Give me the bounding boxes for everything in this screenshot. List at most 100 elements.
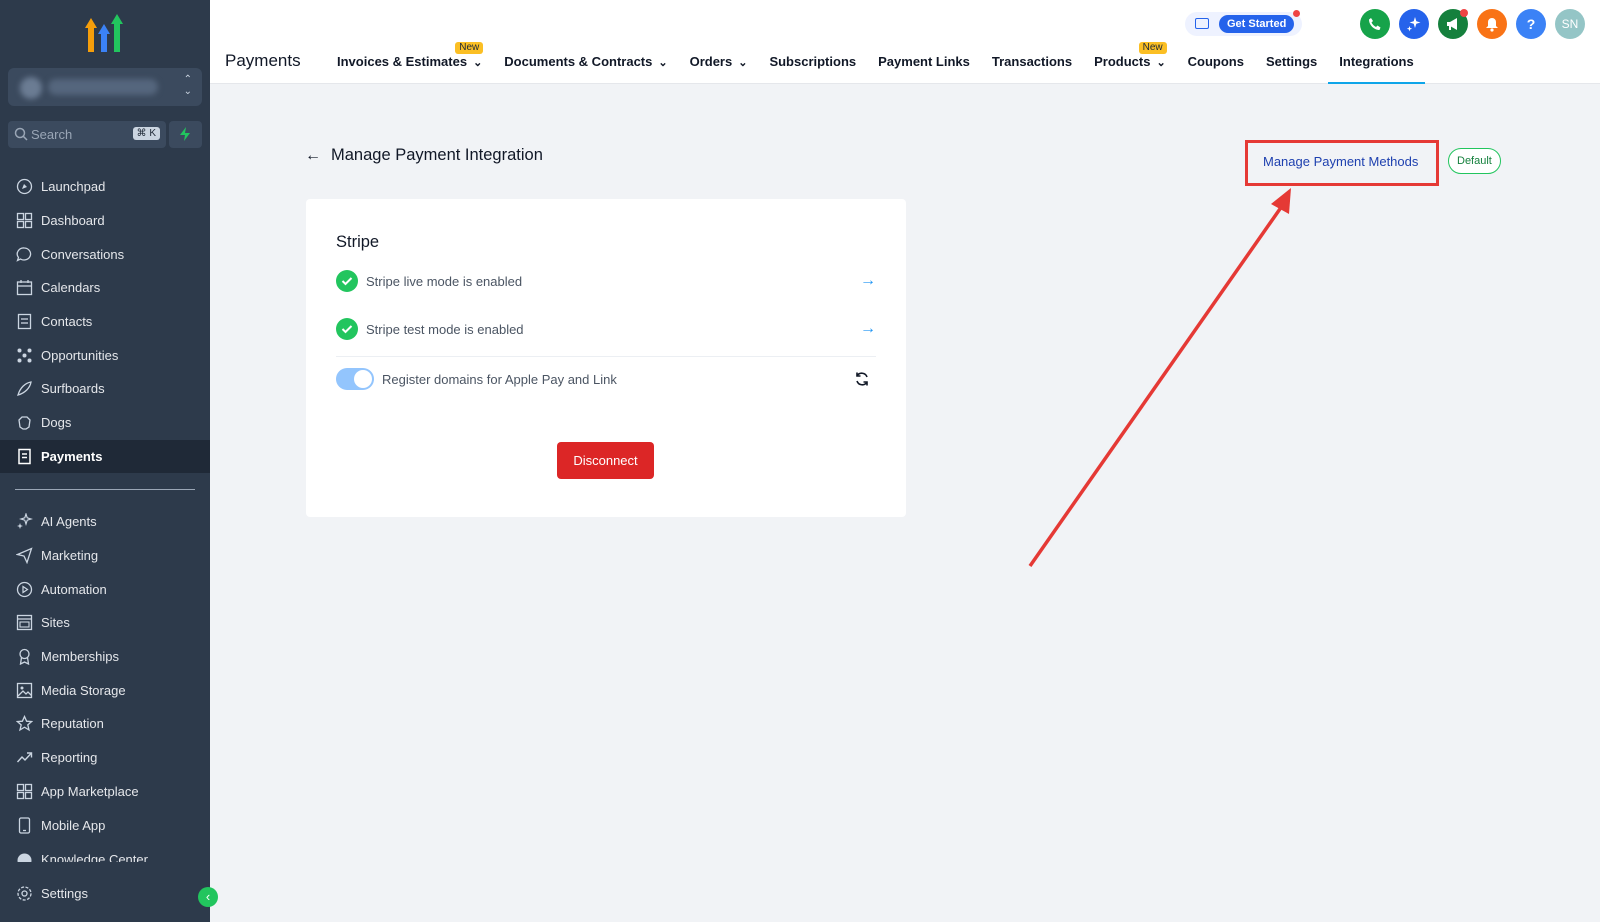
sidebar-item-reporting[interactable]: Reporting bbox=[0, 741, 210, 775]
bolt-icon bbox=[180, 127, 190, 141]
tab-payment-links[interactable]: Payment Links bbox=[867, 46, 981, 84]
sidebar-item-label: Dashboard bbox=[41, 213, 105, 229]
sidebar-item-label: Conversations bbox=[41, 246, 125, 262]
payments-icon bbox=[18, 448, 31, 465]
stripe-test-mode-row[interactable]: Stripe test mode is enabled → bbox=[336, 314, 876, 344]
ai-assistant-button[interactable] bbox=[1399, 9, 1429, 39]
help-button[interactable]: ? bbox=[1516, 9, 1546, 39]
announcements-button[interactable] bbox=[1438, 9, 1468, 39]
disconnect-button[interactable]: Disconnect bbox=[557, 442, 654, 479]
top-bar: Payments New Invoices & Estimates ⌄ Docum… bbox=[210, 0, 1600, 84]
sparkle-icon bbox=[17, 513, 33, 530]
quick-action-button[interactable] bbox=[169, 121, 202, 148]
tab-transactions[interactable]: Transactions bbox=[981, 46, 1083, 84]
refresh-icon[interactable] bbox=[854, 371, 870, 387]
row-label: Register domains for Apple Pay and Link bbox=[382, 371, 617, 387]
account-avatar bbox=[20, 77, 42, 99]
tab-label: Subscriptions bbox=[769, 54, 857, 69]
page-title: Payments bbox=[225, 51, 301, 70]
sidebar-item-memberships[interactable]: Memberships bbox=[0, 640, 210, 674]
sidebar-item-label: Sites bbox=[41, 615, 70, 631]
sidebar-item-payments[interactable]: Payments bbox=[0, 439, 210, 474]
gear-icon bbox=[17, 886, 32, 901]
sidebar-item-label: App Marketplace bbox=[41, 783, 139, 799]
book-icon bbox=[17, 853, 32, 862]
tab-subscriptions[interactable]: Subscriptions bbox=[758, 46, 867, 84]
sidebar-item-marketing[interactable]: Marketing bbox=[0, 539, 210, 573]
sidebar-item-opportunities[interactable]: Opportunities bbox=[0, 338, 210, 372]
sidebar-item-label: Media Storage bbox=[41, 682, 126, 698]
contacts-icon bbox=[17, 313, 32, 330]
avatar[interactable]: SN bbox=[1555, 9, 1585, 39]
sidebar-item-label: Dogs bbox=[41, 415, 72, 431]
sidebar-item-knowledge-center[interactable]: Knowledge Center bbox=[0, 842, 210, 862]
get-started-button[interactable]: Get Started bbox=[1185, 10, 1303, 36]
automation-icon bbox=[16, 581, 33, 597]
tab-coupons[interactable]: Coupons bbox=[1177, 46, 1255, 84]
default-badge: Default bbox=[1448, 148, 1501, 174]
tab-label: Documents & Contracts bbox=[504, 54, 653, 69]
arrow-right-icon[interactable]: → bbox=[860, 272, 876, 290]
tab-label: Coupons bbox=[1187, 54, 1244, 69]
tab-bar: New Invoices & Estimates ⌄ Documents & Co… bbox=[326, 42, 1425, 84]
chevron-down-icon: ⌄ bbox=[473, 57, 483, 69]
sidebar-item-label: Knowledge Center bbox=[41, 851, 148, 862]
sidebar-nav-secondary: AI Agents Marketing Automation Sites Mem… bbox=[0, 505, 210, 862]
sidebar: ⌃ ⌄ Search ⌘ K Launchpad Dashboard Conver… bbox=[0, 0, 210, 922]
tab-products[interactable]: New Products ⌄ bbox=[1083, 42, 1177, 84]
sidebar-item-conversations[interactable]: Conversations bbox=[0, 237, 210, 271]
sparkle-icon bbox=[1406, 17, 1421, 32]
sidebar-item-launchpad[interactable]: Launchpad bbox=[0, 170, 210, 204]
sidebar-item-label: Reputation bbox=[41, 716, 104, 732]
sidebar-item-automation[interactable]: Automation bbox=[0, 572, 210, 606]
send-icon bbox=[16, 547, 33, 565]
tab-invoices-estimates[interactable]: New Invoices & Estimates ⌄ bbox=[326, 42, 493, 84]
tab-integrations[interactable]: Integrations bbox=[1328, 46, 1425, 84]
notification-dot bbox=[1460, 9, 1468, 17]
sidebar-item-reputation[interactable]: Reputation bbox=[0, 707, 210, 741]
arrow-left-icon[interactable]: ← bbox=[305, 147, 321, 165]
section-title: Manage Payment Integration bbox=[331, 146, 543, 164]
tab-orders[interactable]: Orders ⌄ bbox=[679, 46, 759, 84]
search-input[interactable]: Search ⌘ K bbox=[8, 121, 166, 148]
sidebar-item-mobile-app[interactable]: Mobile App bbox=[0, 808, 210, 842]
tab-label: Integrations bbox=[1339, 54, 1414, 69]
star-icon bbox=[16, 715, 33, 732]
tab-label: Products bbox=[1094, 54, 1151, 69]
sidebar-item-calendars[interactable]: Calendars bbox=[0, 271, 210, 305]
sidebar-item-media-storage[interactable]: Media Storage bbox=[0, 673, 210, 707]
app-logo-icon[interactable] bbox=[84, 14, 126, 54]
sidebar-item-ai-agents[interactable]: AI Agents bbox=[0, 505, 210, 539]
sidebar-item-contacts[interactable]: Contacts bbox=[0, 305, 210, 339]
trend-icon bbox=[16, 752, 33, 763]
grid-icon bbox=[16, 783, 33, 799]
collapse-sidebar-button[interactable]: ‹ bbox=[198, 887, 218, 907]
check-circle-icon bbox=[336, 318, 358, 340]
card-heading: Stripe bbox=[336, 233, 380, 251]
tab-settings[interactable]: Settings bbox=[1255, 46, 1328, 84]
chevron-updown-icon: ⌃ ⌄ bbox=[183, 74, 192, 97]
register-domains-toggle[interactable] bbox=[336, 368, 374, 390]
tab-documents-contracts[interactable]: Documents & Contracts ⌄ bbox=[493, 46, 678, 84]
sidebar-divider bbox=[15, 489, 195, 490]
sidebar-item-surfboards[interactable]: Surfboards bbox=[0, 372, 210, 406]
award-icon bbox=[19, 648, 30, 666]
stripe-live-mode-row[interactable]: Stripe live mode is enabled → bbox=[336, 266, 876, 296]
sidebar-item-settings[interactable]: Settings bbox=[0, 877, 210, 911]
sidebar-item-app-marketplace[interactable]: App Marketplace bbox=[0, 775, 210, 809]
manage-payment-methods-link[interactable]: Manage Payment Methods bbox=[1263, 154, 1418, 169]
sidebar-item-label: Automation bbox=[41, 581, 107, 597]
sidebar-item-sites[interactable]: Sites bbox=[0, 606, 210, 640]
sidebar-item-dogs[interactable]: Dogs bbox=[0, 406, 210, 440]
sidebar-item-label: Contacts bbox=[41, 314, 93, 330]
notifications-button[interactable] bbox=[1477, 9, 1507, 39]
megaphone-icon bbox=[1446, 18, 1457, 30]
phone-button[interactable] bbox=[1360, 9, 1390, 39]
account-name-blurred bbox=[48, 79, 158, 95]
arrow-right-icon[interactable]: → bbox=[860, 320, 876, 338]
stripe-integration-card: Stripe Stripe live mode is enabled → Str… bbox=[306, 199, 906, 517]
account-switcher[interactable]: ⌃ ⌄ bbox=[8, 68, 202, 106]
sidebar-item-dashboard[interactable]: Dashboard bbox=[0, 204, 210, 238]
row-label: Stripe live mode is enabled bbox=[366, 273, 523, 289]
sidebar-item-label: Memberships bbox=[41, 649, 120, 665]
